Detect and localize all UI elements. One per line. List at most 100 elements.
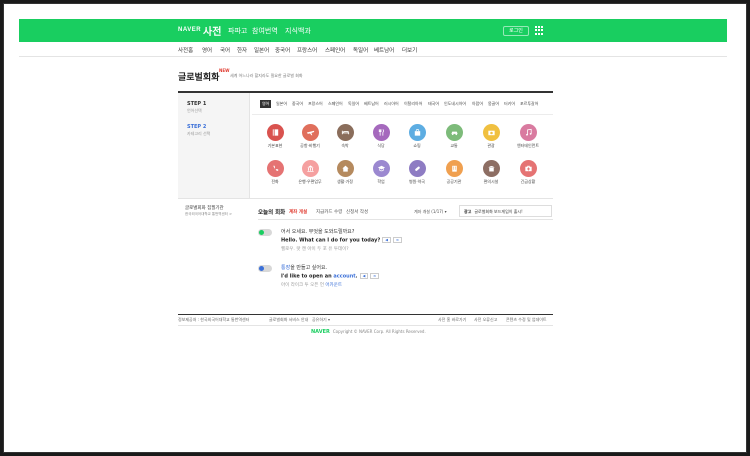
- tab-dict-home[interactable]: 사전홈: [178, 46, 193, 54]
- category-airport[interactable]: 공항·비행기: [293, 124, 327, 149]
- tab-vietnamese[interactable]: 베트남어: [374, 46, 394, 54]
- slow-play-icon[interactable]: ≈: [392, 237, 402, 243]
- category-bank[interactable]: 은행·우편업무: [293, 160, 327, 185]
- author-link[interactable]: 한국외국어대학교 통번역센터 >: [185, 212, 232, 217]
- dialog-1-english-text: Hello. What can I do for you today?: [281, 237, 381, 244]
- grid-icon[interactable]: [535, 26, 544, 35]
- nav-papago[interactable]: 파파고: [228, 26, 247, 36]
- lang-mongolian[interactable]: 몽골어: [488, 101, 499, 107]
- footer-report-error[interactable]: 사전 오류신고: [474, 317, 497, 323]
- tab-spanish[interactable]: 스페인어: [325, 46, 345, 54]
- lang-chinese[interactable]: 중국어: [292, 101, 303, 107]
- copyright-text: Copyright © NAVER Corp. All Rights Reser…: [332, 329, 426, 334]
- dialog-2-en-keyword[interactable]: account: [333, 274, 355, 280]
- plane-icon: [301, 124, 319, 141]
- category-sightseeing[interactable]: 관광: [474, 124, 508, 149]
- dialog-2-reading: 아이 라이크 투 오픈 언 어카운트: [281, 282, 342, 288]
- speaker-icon[interactable]: ◀: [359, 273, 369, 279]
- category-entertainment[interactable]: 엔터테인먼트: [511, 124, 545, 149]
- tab-chinese[interactable]: 중국어: [275, 46, 290, 54]
- category-study[interactable]: 학업: [364, 160, 398, 185]
- category-label: 생활·가정: [337, 179, 353, 184]
- speaker-icon[interactable]: ◀: [382, 237, 391, 243]
- date-dropdown[interactable]: 계좌 개설 (1/17) ▾: [414, 209, 447, 215]
- category-restaurant[interactable]: 식당: [364, 124, 398, 149]
- category-label: 전화: [271, 179, 279, 184]
- dialog-2-ko-rest: 을 만들고 싶어요.: [290, 265, 328, 271]
- lang-turkish[interactable]: 터키어: [504, 101, 515, 107]
- new-badge: NEW: [219, 68, 230, 73]
- page-title: 글로벌회화: [178, 73, 220, 83]
- dictionary-tabs: 사전홈 영어 국어 한자 일본어 중국어 프랑스어 스페인어 독일어 베트남어 …: [19, 42, 727, 57]
- lang-italian[interactable]: 이탈리아어: [404, 101, 422, 107]
- category-label: 공공기관: [446, 179, 462, 184]
- speaker-toggle[interactable]: [258, 265, 272, 272]
- footer-dict-home[interactable]: 사전 홈 바로가기: [438, 317, 466, 323]
- lang-arabic[interactable]: 아랍어: [472, 101, 483, 107]
- footer-service-info[interactable]: 글로벌회화 서비스 안내: [269, 317, 308, 323]
- lang-vietnamese[interactable]: 베트남어: [364, 101, 379, 107]
- dialog-2-korean: 통장을 만들고 싶어요.: [281, 264, 327, 271]
- ad-banner[interactable]: 광고 글로벌회화 보드게임이 출시!: [459, 205, 552, 217]
- category-basic[interactable]: 기본표현: [258, 124, 292, 149]
- tab-open-account[interactable]: 계좌 개설: [289, 209, 307, 215]
- top-header: NAVER 사전 파파고 참여번역 지식백과 로그인: [19, 19, 727, 42]
- footer-share[interactable]: 공유하기 ▾: [312, 317, 330, 323]
- lang-german[interactable]: 독일어: [348, 101, 359, 107]
- lang-spanish[interactable]: 스페인어: [328, 101, 343, 107]
- footer-naver-logo[interactable]: NAVER: [311, 329, 330, 335]
- footer-content-update[interactable]: 콘텐츠 수정 및 업데이트: [506, 317, 547, 323]
- tab-japanese[interactable]: 일본어: [254, 46, 269, 54]
- login-button[interactable]: 로그인: [503, 26, 529, 36]
- category-label: 기본표현: [267, 143, 283, 148]
- category-facilities[interactable]: 편의시설: [474, 160, 508, 185]
- tab-fill-form[interactable]: 신청서 작성: [346, 209, 368, 215]
- tab-receive-card[interactable]: 지급카드 수령: [316, 209, 342, 215]
- category-phone[interactable]: 전화: [258, 160, 292, 185]
- category-emergency[interactable]: 긴급상황: [511, 160, 545, 185]
- tab-hanja[interactable]: 한자: [237, 46, 247, 54]
- category-label: 학업: [377, 179, 385, 184]
- dialog-2-ko-keyword[interactable]: 통장: [281, 265, 290, 271]
- category-lodging[interactable]: 숙박: [328, 124, 362, 149]
- category-label: 편의시설: [483, 179, 499, 184]
- lang-indonesian[interactable]: 인도네시아어: [444, 101, 466, 107]
- category-living[interactable]: 생활·가정: [328, 160, 362, 185]
- naver-logo[interactable]: NAVER: [178, 27, 201, 33]
- slow-play-icon[interactable]: ≈: [370, 273, 380, 279]
- bank-icon: [301, 160, 319, 177]
- lang-portuguese[interactable]: 포르투갈어: [520, 101, 538, 107]
- category-transport[interactable]: 교통: [437, 124, 471, 149]
- category-label: 엔터테인먼트: [516, 143, 540, 148]
- dictionary-brand[interactable]: 사전: [203, 23, 221, 38]
- book-icon: [266, 124, 284, 141]
- nav-participate[interactable]: 참여번역: [252, 26, 278, 36]
- step-2-label: STEP 2: [187, 124, 207, 130]
- category-label: 숙박: [341, 143, 349, 148]
- tab-english[interactable]: 영어: [202, 46, 212, 54]
- music-icon: [519, 124, 537, 141]
- category-shopping[interactable]: 쇼핑: [400, 124, 434, 149]
- tab-german[interactable]: 독일어: [353, 46, 368, 54]
- tab-korean[interactable]: 국어: [220, 46, 230, 54]
- lang-russian[interactable]: 러시아어: [384, 101, 399, 107]
- category-hospital[interactable]: 병원·약국: [400, 160, 434, 185]
- dialog-1-english: Hello. What can I do for you today? ◀ ≈: [281, 237, 402, 244]
- lang-thai[interactable]: 태국어: [428, 101, 439, 107]
- category-label: 은행·우편업무: [298, 179, 322, 184]
- car-icon: [445, 124, 463, 141]
- today-conversation-title: 오늘의 회화: [258, 210, 286, 216]
- speaker-toggle[interactable]: [258, 229, 272, 236]
- footer-source: 정보제공처 : 한국외국어대학교 통번역센터: [178, 317, 250, 322]
- tab-french[interactable]: 프랑스어: [297, 46, 317, 54]
- lang-japanese[interactable]: 일본어: [276, 101, 287, 107]
- nav-knowledge[interactable]: 지식백과: [285, 26, 311, 36]
- category-public[interactable]: 공공기관: [437, 160, 471, 185]
- divider: [252, 114, 553, 115]
- lang-french[interactable]: 프랑스어: [308, 101, 323, 107]
- step-1-label: STEP 1: [187, 101, 207, 107]
- emergency-icon: [519, 160, 537, 177]
- tab-more[interactable]: 더보기: [402, 46, 417, 54]
- lang-english[interactable]: 영어: [260, 100, 272, 108]
- step-1-sub: 언어선택: [187, 108, 202, 113]
